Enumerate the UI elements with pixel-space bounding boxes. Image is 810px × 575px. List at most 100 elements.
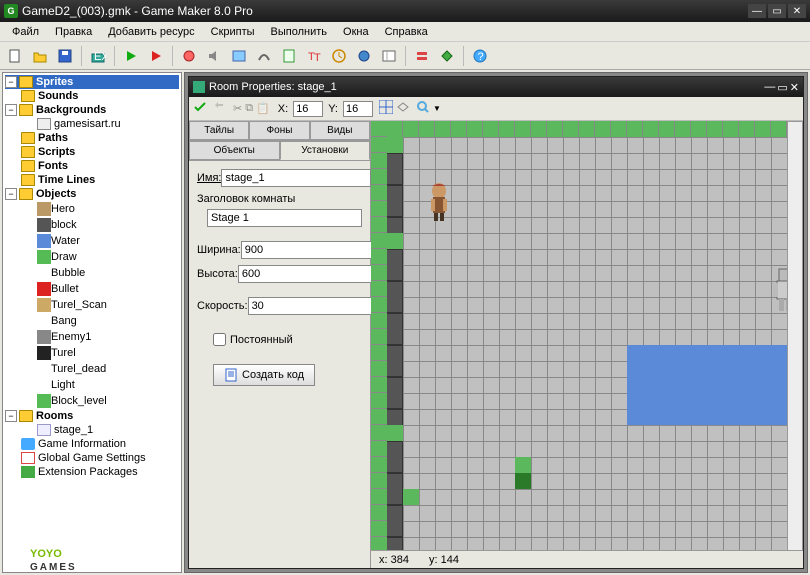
tree-extensions[interactable]: Extension Packages [5,465,179,479]
properties-panel: Тайлы Фоны Виды Объекты Установки Имя: З… [189,121,371,568]
snap-y-input[interactable] [343,101,373,117]
add-room-button[interactable] [378,45,400,67]
run-button[interactable] [120,45,142,67]
paste-button[interactable]: 📋 [256,102,270,115]
name-label: Имя: [197,172,221,184]
new-file-button[interactable] [4,45,26,67]
open-file-button[interactable] [29,45,51,67]
tree-gameinfo[interactable]: Game Information [5,437,179,451]
add-script-button[interactable] [278,45,300,67]
add-path-button[interactable] [253,45,275,67]
tab-settings[interactable]: Установки [280,141,371,160]
tree-sprites[interactable]: −Sprites [5,75,179,89]
app-icon: G [4,4,18,18]
extensions-button[interactable] [436,45,458,67]
snap-x-label: X: [278,103,288,115]
add-background-button[interactable] [228,45,250,67]
add-object-button[interactable] [353,45,375,67]
tree-bg-item[interactable]: gamesisart.ru [5,117,179,131]
room-window-titlebar[interactable]: Room Properties: stage_1 — ▭ ✕ [189,77,803,97]
tree-obj-hero[interactable]: Hero [5,201,179,217]
add-font-button[interactable]: TT [303,45,325,67]
tree-obj-water[interactable]: Water [5,233,179,249]
tree-obj-light[interactable]: Light [5,377,179,393]
help-button[interactable]: ? [469,45,491,67]
tree-obj-blocklevel[interactable]: Block_level [5,393,179,409]
menu-file[interactable]: Файл [4,24,47,40]
menu-edit[interactable]: Правка [47,24,100,40]
height-label: Высота: [197,268,238,280]
room-window-title: Room Properties: stage_1 [209,81,337,93]
settings-button[interactable] [411,45,433,67]
caption-input[interactable] [207,209,362,227]
tree-room-stage1[interactable]: stage_1 [5,423,179,437]
undo-button[interactable] [213,100,227,117]
tree-sounds[interactable]: Sounds [5,89,179,103]
menu-help[interactable]: Справка [377,24,436,40]
status-x: x: 384 [379,554,409,566]
svg-text:T: T [314,52,321,64]
snap-y-label: Y: [328,103,338,115]
tree-obj-enemy1[interactable]: Enemy1 [5,329,179,345]
tree-obj-turel[interactable]: Turel [5,345,179,361]
vertical-scrollbar[interactable] [787,121,803,552]
room-close-button[interactable]: ✕ [790,81,799,94]
menu-windows[interactable]: Окна [335,24,377,40]
cut-button[interactable]: ✂ [233,102,242,115]
persistent-label: Постоянный [230,334,290,346]
tree-obj-draw[interactable]: Draw [5,249,179,265]
tree-backgrounds[interactable]: −Backgrounds [5,103,179,117]
tree-obj-block[interactable]: block [5,217,179,233]
export-button[interactable]: EXE [87,45,109,67]
hero-sprite[interactable] [423,181,455,221]
tree-objects[interactable]: −Objects [5,187,179,201]
zoom-button[interactable] [416,100,430,117]
menu-run[interactable]: Выполнить [263,24,335,40]
add-sprite-button[interactable] [178,45,200,67]
tree-obj-bullet[interactable]: Bullet [5,281,179,297]
persistent-checkbox[interactable] [213,333,226,346]
copy-button[interactable]: ⧉ [245,102,253,115]
room-minimize-button[interactable]: — [764,81,775,94]
window-title: GameD2_(003).gmk - Game Maker 8.0 Pro [22,4,253,18]
tree-timelines[interactable]: Time Lines [5,173,179,187]
height-input[interactable] [238,265,388,283]
zoom-dropdown-icon[interactable]: ▼ [433,104,441,113]
snap-x-input[interactable] [293,101,323,117]
close-button[interactable]: ✕ [788,4,806,18]
tree-scripts[interactable]: Scripts [5,145,179,159]
width-input[interactable] [241,241,391,259]
caption-label: Заголовок комнаты [197,193,295,205]
room-editor-view[interactable]: ◄ ≡ ► [371,121,803,568]
tab-backgrounds[interactable]: Фоны [249,121,309,140]
tree-paths[interactable]: Paths [5,131,179,145]
tree-rooms[interactable]: −Rooms [5,409,179,423]
add-sound-button[interactable] [203,45,225,67]
add-timeline-button[interactable] [328,45,350,67]
tree-obj-turelscan[interactable]: Turel_Scan [5,297,179,313]
enemy-sprite[interactable] [771,265,787,313]
minimize-button[interactable]: — [748,4,766,18]
tree-fonts[interactable]: Fonts [5,159,179,173]
ok-button[interactable] [193,100,207,117]
save-file-button[interactable] [54,45,76,67]
resource-tree[interactable]: −Sprites Sounds −Backgrounds gamesisart.… [2,72,182,573]
tree-obj-bang[interactable]: Bang [5,313,179,329]
menu-add-resource[interactable]: Добавить ресурс [100,24,202,40]
menu-scripts[interactable]: Скрипты [203,24,263,40]
tab-objects[interactable]: Объекты [189,141,280,160]
iso-toggle-button[interactable] [396,100,410,117]
name-input[interactable] [221,169,371,187]
create-code-button[interactable]: Создать код [213,364,315,386]
tab-views[interactable]: Виды [310,121,370,140]
room-maximize-button[interactable]: ▭ [777,81,787,94]
main-toolbar: EXE TT ? [0,42,810,70]
tab-tiles[interactable]: Тайлы [189,121,249,140]
tree-obj-tureldead[interactable]: Turel_dead [5,361,179,377]
grid-toggle-button[interactable] [379,100,393,117]
debug-button[interactable] [145,45,167,67]
maximize-button[interactable]: ▭ [768,4,786,18]
room-grid[interactable] [371,121,787,552]
tree-obj-bubble[interactable]: Bubble [5,265,179,281]
tree-globalsettings[interactable]: Global Game Settings [5,451,179,465]
